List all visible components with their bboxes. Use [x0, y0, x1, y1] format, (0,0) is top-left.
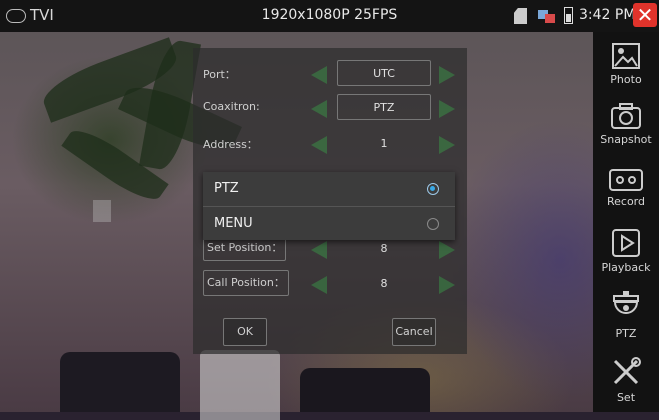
option-ptz[interactable]: PTZ: [203, 172, 455, 206]
arrow-left-icon[interactable]: [311, 276, 327, 294]
port-label: Port：: [203, 68, 236, 81]
port-value[interactable]: UTC: [337, 60, 431, 86]
address-value[interactable]: 1: [337, 130, 431, 156]
address-row: Address： 1: [193, 130, 467, 158]
ok-button[interactable]: OK: [223, 318, 267, 346]
photo-icon: [612, 43, 640, 69]
network-icon: [538, 10, 555, 23]
right-sidebar: Photo Snapshot Record Playback PTZ Set: [593, 32, 659, 412]
option-label: MENU: [214, 216, 253, 231]
radio-selected-icon[interactable]: [427, 183, 439, 195]
call-position-button[interactable]: Call Position：: [203, 270, 289, 296]
cancel-button[interactable]: Cancel: [392, 318, 436, 346]
wall-switch: [93, 200, 111, 222]
sidebar-item-photo[interactable]: Photo: [593, 42, 659, 86]
sidebar-item-label: Snapshot: [600, 133, 652, 146]
sd-card-icon: [514, 8, 527, 24]
arrow-left-icon[interactable]: [311, 241, 327, 259]
arrow-left-icon[interactable]: [311, 136, 327, 154]
close-button[interactable]: ✕: [633, 3, 657, 27]
battery-icon: [564, 7, 573, 24]
top-status-bar: TVI 1920x1080P 25FPS 3:42 PM ✕: [0, 0, 659, 32]
sidebar-item-record[interactable]: Record: [593, 168, 659, 208]
plant-pot: [200, 350, 280, 420]
coaxitron-value[interactable]: PTZ: [337, 94, 431, 120]
arrow-right-icon[interactable]: [439, 276, 455, 294]
tools-icon: [613, 357, 641, 385]
sidebar-item-label: PTZ: [615, 327, 637, 340]
address-label: Address：: [203, 138, 258, 151]
resolution-label: 1920x1080P 25FPS: [261, 7, 398, 23]
call-position-row: Call Position： 8: [193, 270, 467, 298]
sidebar-item-label: Photo: [610, 73, 642, 86]
sidebar-item-ptz[interactable]: PTZ: [593, 290, 659, 340]
sidebar-item-playback[interactable]: Playback: [593, 228, 659, 274]
arrow-right-icon[interactable]: [439, 100, 455, 118]
sidebar-item-label: Set: [616, 391, 636, 404]
call-position-value[interactable]: 8: [337, 270, 431, 296]
arrow-left-icon[interactable]: [311, 100, 327, 118]
video-camera-icon: [609, 169, 643, 191]
arrow-left-icon[interactable]: [311, 66, 327, 84]
arrow-right-icon[interactable]: [439, 66, 455, 84]
chair-shape: [60, 352, 180, 412]
option-menu[interactable]: MENU: [203, 207, 455, 241]
port-row: Port： UTC: [193, 60, 467, 88]
dome-camera-icon: [613, 291, 639, 314]
play-icon: [612, 229, 640, 257]
coaxitron-label: Coaxitron:: [203, 100, 260, 113]
clock: 3:42 PM: [579, 7, 636, 23]
coaxitron-row: Coaxitron: PTZ: [193, 94, 467, 122]
radio-unselected-icon[interactable]: [427, 218, 439, 230]
option-label: PTZ: [214, 181, 239, 196]
camera-icon: [611, 103, 641, 129]
arrow-right-icon[interactable]: [439, 241, 455, 259]
chair-shape: [300, 368, 430, 412]
sidebar-item-label: Playback: [601, 261, 651, 274]
coaxitron-option-popup: PTZ MENU: [203, 172, 455, 240]
sidebar-item-label: Record: [606, 195, 645, 208]
sidebar-item-set[interactable]: Set: [593, 356, 659, 404]
arrow-right-icon[interactable]: [439, 136, 455, 154]
sidebar-item-snapshot[interactable]: Snapshot: [593, 102, 659, 146]
